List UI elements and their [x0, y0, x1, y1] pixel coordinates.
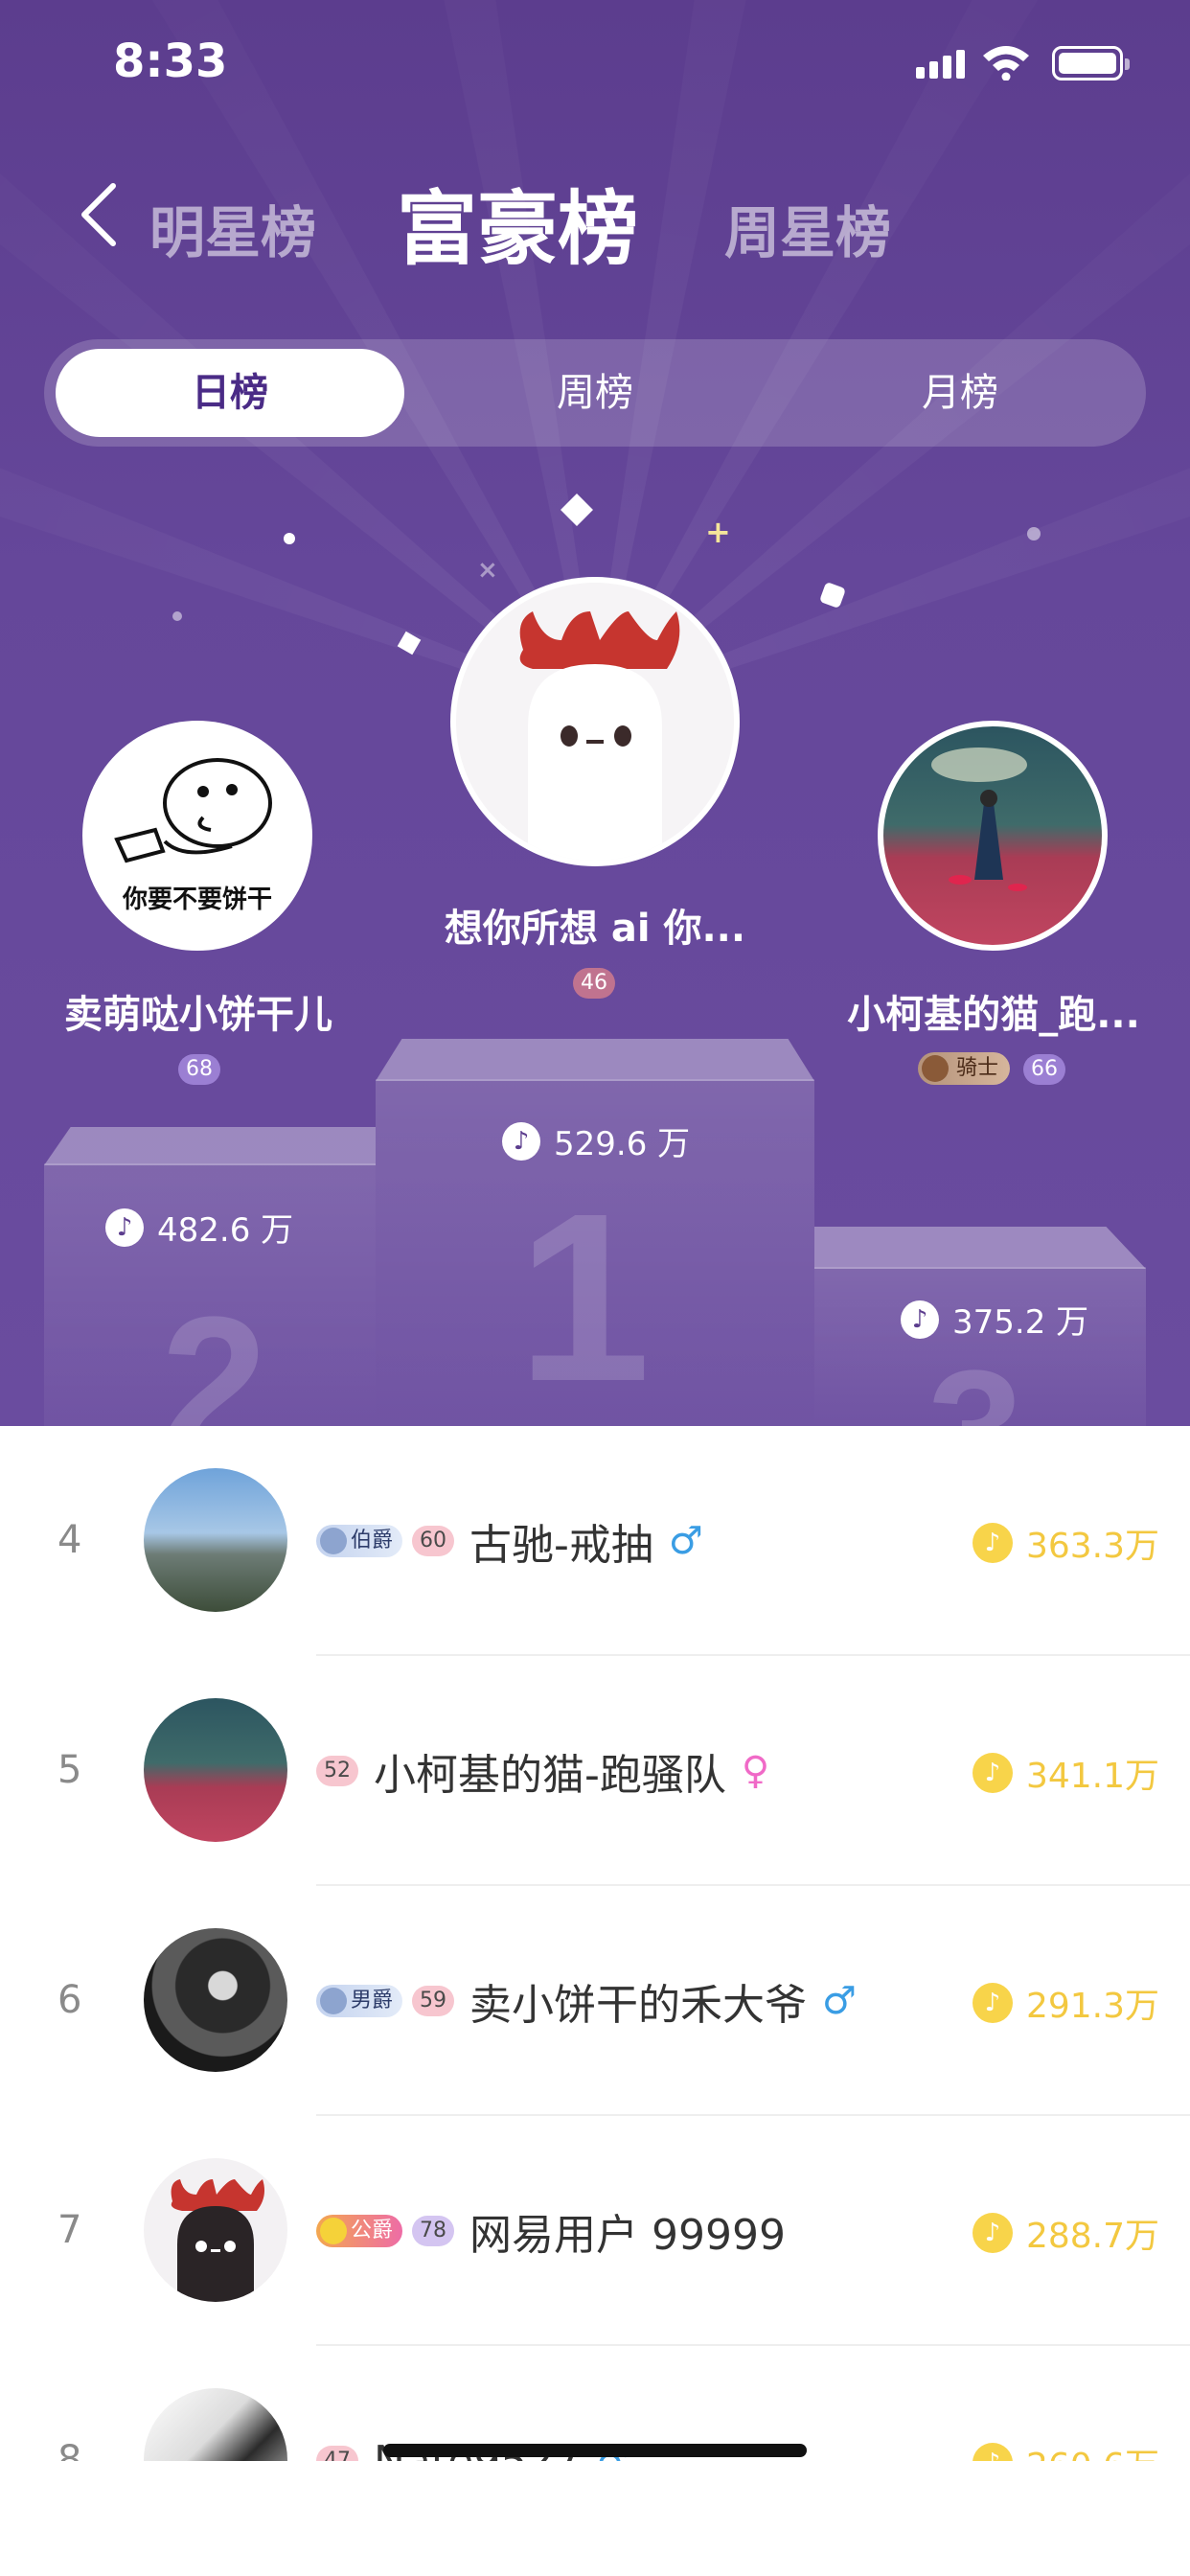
- title-badge: 男爵: [316, 1985, 403, 2017]
- black-moose-mascot-avatar: [171, 2179, 264, 2302]
- level-badge: 60: [412, 1526, 455, 1556]
- avatar[interactable]: [144, 1468, 287, 1612]
- sparkle-decoration: [818, 581, 847, 610]
- sparkle-plus-icon: +: [705, 514, 731, 550]
- female-icon: ♀: [741, 1749, 770, 1793]
- list-item[interactable]: 5 52 小柯基的猫-跑骚队 ♀ ♪ 341.1万: [0, 1656, 1190, 1886]
- note-icon: ♪: [972, 1753, 1013, 1793]
- third-place-amount-value: 375.2 万: [952, 1303, 1089, 1342]
- cellular-signal-icon: [916, 50, 966, 79]
- ranking-list: 4 伯爵 60 古驰-戒抽 ♂ ♪ 363.3万 5 52 小柯基的猫-跑骚队 …: [0, 1426, 1190, 2461]
- podium-rank-2: 2: [161, 1277, 268, 1426]
- note-icon: ♪: [972, 2213, 1013, 2253]
- rank-number: 7: [57, 2208, 82, 2252]
- list-item[interactable]: 4 伯爵 60 古驰-戒抽 ♂ ♪ 363.3万: [0, 1426, 1190, 1656]
- note-icon: ♪: [972, 1983, 1013, 2023]
- first-place-amount: ♪ 529.6 万: [502, 1117, 690, 1164]
- amount-value: 260.6万: [1026, 2438, 1159, 2461]
- rank-number: 5: [57, 1748, 82, 1792]
- second-place-level: 68: [178, 1054, 220, 1085]
- podium-rank-3: 3: [927, 1332, 1023, 1426]
- podium-third-top: [814, 1227, 1146, 1269]
- second-place-amount-value: 482.6 万: [157, 1211, 294, 1250]
- contribution-amount: ♪ 291.3万: [972, 1978, 1159, 2028]
- title-badge: 公爵: [316, 2215, 403, 2247]
- user-name[interactable]: 卖小饼干的禾大爷: [469, 1970, 807, 2032]
- contribution-amount: ♪ 288.7万: [972, 2208, 1159, 2258]
- sparkle-decoration: [1027, 527, 1041, 540]
- wizard-scene-avatar: [931, 748, 1027, 891]
- amount-value: 291.3万: [1025, 1987, 1159, 2026]
- title-badge: 伯爵: [316, 1525, 403, 1557]
- avatar[interactable]: [144, 2388, 287, 2461]
- rank-number: 6: [57, 1978, 82, 2022]
- tab-rich-ranking[interactable]: 富豪榜: [397, 165, 638, 281]
- amount-value: 363.3万: [1025, 1527, 1159, 1566]
- amount-value: 341.1万: [1025, 1757, 1159, 1796]
- avatar[interactable]: [144, 1698, 287, 1842]
- note-icon: ♪: [901, 1300, 939, 1339]
- avatar-second[interactable]: 你要不要饼干: [82, 721, 312, 951]
- segment-daily[interactable]: 日榜: [56, 349, 404, 437]
- contribution-amount: ♪ 260.6万: [972, 2438, 1159, 2461]
- tab-weekly-star-ranking[interactable]: 周星榜: [724, 188, 891, 268]
- third-place-knight-badge: 骑士: [918, 1052, 1011, 1085]
- male-icon: ♂: [668, 1519, 703, 1563]
- note-icon: ♪: [972, 2443, 1013, 2461]
- list-item[interactable]: 7 公爵 78 网易用户 99999 ♪ 288.7万: [0, 2116, 1190, 2346]
- level-badge: 59: [412, 1986, 455, 2016]
- note-icon: ♪: [502, 1121, 540, 1161]
- rank-number: 8: [57, 2438, 82, 2461]
- level-badge: 47: [316, 2446, 358, 2461]
- avatar-first[interactable]: [450, 577, 740, 866]
- user-info: 52 小柯基的猫-跑骚队 ♀: [316, 1742, 769, 1800]
- user-name[interactable]: 古驰-戒抽: [469, 1510, 653, 1572]
- note-icon: ♪: [972, 1523, 1013, 1563]
- sparkle-decoration: [284, 533, 295, 544]
- user-info: 男爵 59 卖小饼干的禾大爷 ♂: [316, 1972, 857, 2030]
- level-badge: 52: [316, 1756, 358, 1786]
- user-info: 伯爵 60 古驰-戒抽 ♂: [316, 1512, 703, 1570]
- level-badge: 78: [412, 2216, 455, 2246]
- wifi-icon: [983, 46, 1029, 80]
- podium-rank-1: 1: [517, 1163, 652, 1426]
- first-place-level: 46: [573, 968, 615, 999]
- contribution-amount: ♪ 363.3万: [972, 1518, 1159, 1568]
- tab-star-ranking[interactable]: 明星榜: [149, 188, 316, 268]
- amount-value: 288.7万: [1025, 2217, 1159, 2256]
- period-segmented-control: 日榜 周榜 月榜: [44, 339, 1146, 447]
- user-name[interactable]: 网易用户 99999: [469, 2200, 786, 2262]
- segment-monthly[interactable]: 月榜: [786, 349, 1134, 437]
- home-indicator[interactable]: [383, 2444, 807, 2457]
- sparkle-decoration: [172, 611, 182, 621]
- ranking-header: 8:33 明星榜 富豪榜 周星榜 日榜 周榜 月榜 + × 1 2 3: [0, 0, 1190, 1426]
- third-place-amount: ♪ 375.2 万: [901, 1296, 1088, 1343]
- battery-icon: [1052, 46, 1130, 80]
- status-time: 8:33: [113, 34, 228, 88]
- user-info: 公爵 78 网易用户 99999: [316, 2202, 786, 2260]
- first-place-name[interactable]: 想你所想 ai 你...: [402, 897, 788, 953]
- list-item[interactable]: 6 男爵 59 卖小饼干的禾大爷 ♂ ♪ 291.3万: [0, 1886, 1190, 2116]
- back-icon[interactable]: [71, 176, 128, 253]
- second-place-amount: ♪ 482.6 万: [105, 1204, 293, 1251]
- rank-number: 4: [57, 1518, 82, 1562]
- second-place-name[interactable]: 卖萌哒小饼干儿: [38, 983, 358, 1039]
- status-bar: 8:33: [0, 0, 1190, 126]
- podium-first-top: [376, 1039, 814, 1081]
- avatar-third[interactable]: [878, 721, 1108, 951]
- avatar[interactable]: [144, 1928, 287, 2072]
- sparkle-cross-icon: ×: [477, 556, 498, 585]
- first-place-amount-value: 529.6 万: [554, 1125, 691, 1163]
- user-name[interactable]: 小柯基的猫-跑骚队: [374, 1740, 726, 1802]
- male-icon: ♂: [822, 1979, 857, 2023]
- third-place-name[interactable]: 小柯基的猫_跑...: [826, 983, 1161, 1039]
- third-place-level: 66: [1023, 1054, 1065, 1085]
- avatar-second-caption: 你要不要饼干: [122, 886, 272, 914]
- contribution-amount: ♪ 341.1万: [972, 1748, 1159, 1798]
- avatar[interactable]: [144, 2158, 287, 2302]
- note-icon: ♪: [105, 1208, 144, 1247]
- podium-second-top: [44, 1127, 376, 1165]
- segment-weekly[interactable]: 周榜: [421, 349, 769, 437]
- moose-mascot-avatar: [519, 611, 680, 861]
